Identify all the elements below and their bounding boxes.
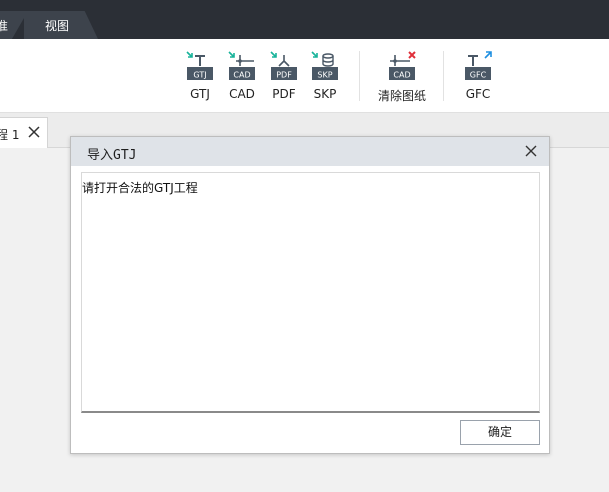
export-gfc-icon: GFC [465, 51, 492, 80]
ribbon-separator [443, 51, 444, 101]
menu-tab-view[interactable]: 视图 [45, 17, 69, 34]
dialog-message: 请打开合法的GTJ工程 [82, 181, 198, 195]
ok-button[interactable]: 确定 [460, 420, 540, 445]
svg-text:CAD: CAD [393, 71, 410, 80]
export-gfc-label: GFC [465, 87, 491, 101]
import-skp-icon: SKP [311, 51, 338, 80]
import-gtj-dialog: 导入GTJ 请打开合法的GTJ工程 确定 [70, 136, 550, 454]
document-tab-label: 程 1 [0, 128, 20, 142]
svg-text:PDF: PDF [276, 71, 292, 80]
import-gtj-icon: GTJ [186, 51, 213, 80]
svg-text:GFC: GFC [470, 71, 487, 80]
document-tab[interactable]: 程 1 [0, 117, 48, 148]
import-pdf-icon: PDF [270, 51, 297, 80]
clear-drawing-label: 清除图纸 [377, 89, 426, 103]
dialog-message-area: 请打开合法的GTJ工程 [81, 172, 540, 413]
dialog-title: 导入GTJ [87, 148, 137, 163]
svg-text:CAD: CAD [233, 71, 250, 80]
import-skp-button[interactable]: SKP SKP [305, 49, 345, 105]
ribbon-toolbar: GTJ GTJ CAD CAD PDF PDF SKP SKP CAD 清除图纸… [0, 39, 609, 113]
svg-text:GTJ: GTJ [193, 71, 206, 80]
export-gfc-button[interactable]: GFC GFC [458, 49, 498, 105]
clear-drawing-icon: CAD [389, 51, 416, 80]
menu-bar: 准 视图 [0, 0, 609, 39]
clear-drawing-button[interactable]: CAD 清除图纸 [378, 49, 426, 105]
ribbon-separator [359, 51, 360, 101]
menu-tab-standard[interactable]: 准 [0, 17, 8, 34]
import-skp-label: SKP [313, 87, 337, 101]
close-icon[interactable] [523, 143, 539, 159]
dialog-title-bar[interactable]: 导入GTJ [71, 137, 549, 166]
import-cad-icon: CAD [228, 51, 255, 80]
close-icon[interactable] [26, 124, 42, 140]
svg-text:SKP: SKP [317, 71, 332, 80]
